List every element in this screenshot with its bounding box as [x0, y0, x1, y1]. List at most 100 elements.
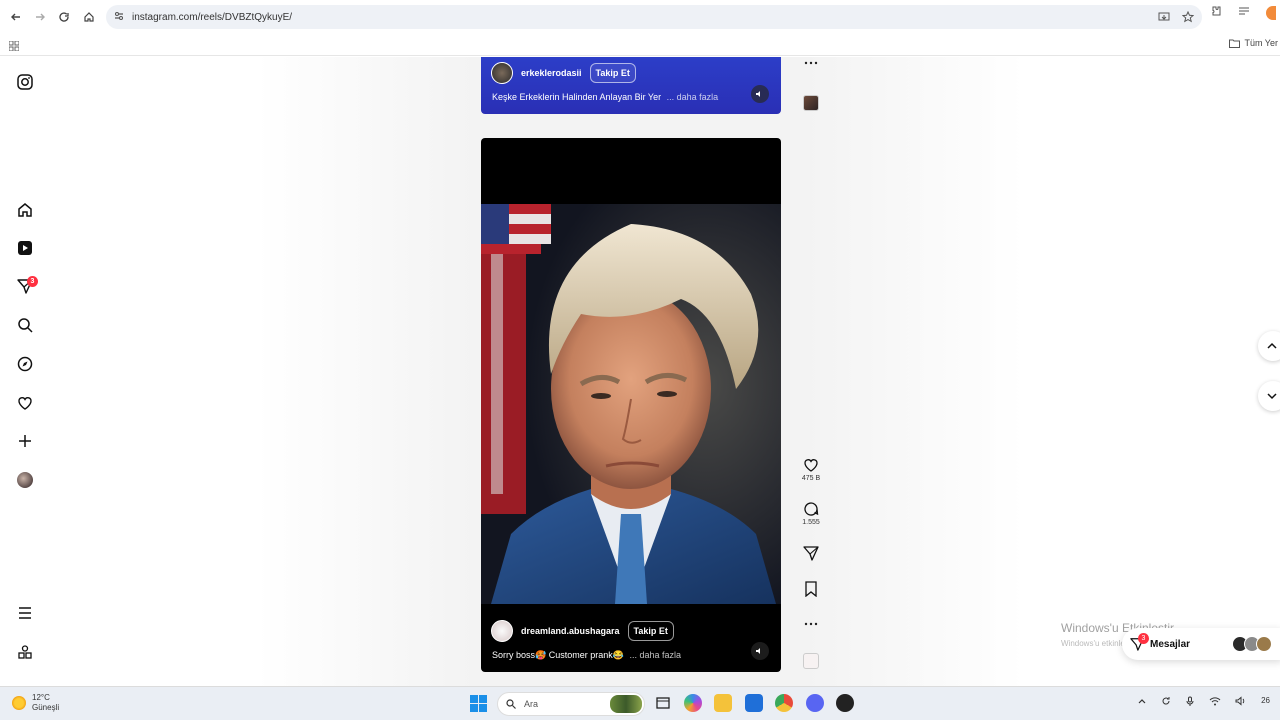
install-app-icon[interactable]	[1158, 11, 1170, 26]
browser-toolbar: instagram.com/reels/DVBZtQykuyE/	[0, 0, 1280, 34]
message-avatars	[1232, 636, 1273, 652]
home-icon[interactable]	[77, 5, 101, 29]
forward-icon[interactable]	[28, 5, 52, 29]
clock[interactable]: 26	[1261, 696, 1270, 709]
task-view-icon[interactable]	[654, 694, 672, 712]
taskbar-search[interactable]: Ara	[497, 692, 645, 716]
app-icon[interactable]	[836, 694, 854, 712]
copilot-icon[interactable]	[684, 694, 702, 712]
messages-pill[interactable]: 3 Mesajlar	[1122, 628, 1280, 660]
instagram-logo-icon[interactable]	[15, 72, 35, 92]
owner-username[interactable]: erkeklerodasii	[521, 68, 582, 78]
create-plus-icon[interactable]	[15, 431, 35, 451]
address-bar[interactable]: instagram.com/reels/DVBZtQykuyE/	[106, 5, 1202, 29]
chrome-icon[interactable]	[775, 694, 793, 712]
also-from-meta-icon[interactable]	[15, 642, 35, 662]
profile-avatar-nav[interactable]	[15, 470, 35, 490]
wifi-icon[interactable]	[1209, 696, 1221, 709]
menu-hamburger-icon[interactable]	[15, 603, 35, 623]
folder-icon	[1229, 39, 1241, 48]
more-options-icon[interactable]	[798, 60, 824, 66]
next-reel-button[interactable]	[1258, 381, 1280, 411]
bookmarks-folder-label: Tüm Yer	[1244, 38, 1278, 48]
video-frame-image	[481, 204, 781, 604]
system-tray: 26	[1137, 696, 1270, 709]
instagram-page: 3 erkeklerodasii Takip Et Keşke Erkekler…	[0, 57, 1280, 686]
microphone-icon[interactable]	[1185, 696, 1195, 709]
url-text[interactable]: instagram.com/reels/DVBZtQykuyE/	[132, 12, 292, 23]
audio-thumbnail[interactable]	[798, 653, 824, 669]
caption-more-link[interactable]: ... daha fazla	[629, 650, 681, 660]
messages-label: Mesajlar	[1150, 638, 1191, 650]
chevron-up-icon[interactable]	[1137, 696, 1147, 709]
weather-widget[interactable]: 12°C Güneşli	[12, 693, 59, 713]
chevron-up-icon	[1267, 342, 1277, 349]
instagram-sidebar: 3	[0, 57, 50, 686]
chevron-down-icon	[1267, 393, 1277, 400]
caption-more-link[interactable]: ... daha fazla	[667, 92, 719, 102]
discord-icon[interactable]	[806, 694, 824, 712]
reels-nav-icon[interactable]	[15, 238, 35, 258]
caption-text: Sorry boss🥵 Customer prank😂	[492, 650, 624, 660]
sync-icon[interactable]	[1161, 696, 1171, 709]
reel-caption: Keşke Erkeklerin Halinden Anlayan Bir Ye…	[492, 92, 718, 102]
mute-button[interactable]	[751, 642, 769, 660]
weather-condition: Güneşli	[32, 703, 60, 712]
comment-count: 1.555	[802, 519, 820, 526]
apps-grid-icon[interactable]	[8, 38, 20, 52]
microsoft-store-icon[interactable]	[745, 694, 763, 712]
file-explorer-icon[interactable]	[714, 694, 732, 712]
like-count: 475 B	[801, 475, 821, 482]
follow-button[interactable]: Takip Et	[627, 621, 674, 641]
messages-badge: 3	[1138, 633, 1149, 644]
owner-avatar[interactable]	[491, 62, 513, 84]
profile-avatar[interactable]	[1266, 5, 1276, 20]
bookmark-star-icon[interactable]	[1181, 10, 1195, 26]
reload-icon[interactable]	[52, 5, 76, 29]
speaker-icon	[756, 648, 760, 654]
back-icon[interactable]	[4, 5, 28, 29]
comment-icon	[804, 502, 819, 516]
reel-owner-row: erkeklerodasii Takip Et	[491, 62, 636, 84]
reading-list-icon[interactable]	[1238, 5, 1250, 20]
share-icon	[803, 546, 819, 561]
sun-icon	[12, 696, 26, 710]
comment-button[interactable]: 1.555	[798, 501, 824, 526]
reel-caption: Sorry boss🥵 Customer prank😂 ... daha faz…	[492, 650, 681, 661]
like-button[interactable]: 475 B	[798, 457, 824, 482]
share-button[interactable]	[798, 545, 824, 561]
reel-owner-row: dreamland.abushagara Takip Et	[491, 620, 674, 642]
search-icon[interactable]	[15, 315, 35, 335]
owner-avatar[interactable]	[491, 620, 513, 642]
volume-icon[interactable]	[1235, 696, 1247, 709]
previous-reel-button[interactable]	[1258, 331, 1280, 361]
temperature: 12°C	[32, 693, 50, 702]
home-nav-icon[interactable]	[15, 200, 35, 220]
reel-card-current[interactable]: dreamland.abushagara Takip Et Sorry boss…	[481, 138, 781, 672]
all-bookmarks-folder[interactable]: Tüm Yer	[1229, 38, 1278, 48]
bookmark-icon	[805, 581, 817, 597]
owner-username[interactable]: dreamland.abushagara	[521, 626, 620, 636]
search-highlight-image	[610, 695, 642, 713]
heart-notifications-icon[interactable]	[15, 393, 35, 413]
bookmarks-bar: Tüm Yer	[0, 34, 1280, 56]
windows-taskbar: 12°C Güneşli Ara 26	[0, 686, 1280, 720]
notification-badge: 3	[27, 276, 38, 287]
caption-text: Keşke Erkeklerin Halinden Anlayan Bir Ye…	[492, 92, 662, 102]
avatar	[1256, 636, 1273, 652]
speaker-icon	[756, 91, 760, 97]
heart-icon	[804, 459, 818, 472]
site-settings-icon[interactable]	[114, 8, 124, 26]
save-button[interactable]	[798, 581, 824, 597]
explore-compass-icon[interactable]	[15, 354, 35, 374]
follow-button[interactable]: Takip Et	[589, 63, 636, 83]
extensions-icon[interactable]	[1210, 5, 1222, 20]
audio-thumbnail[interactable]	[798, 95, 824, 111]
more-options-icon[interactable]	[798, 621, 824, 627]
reel-card-previous[interactable]: erkeklerodasii Takip Et Keşke Erkeklerin…	[481, 57, 781, 114]
search-icon	[506, 699, 516, 709]
mute-button[interactable]	[751, 85, 769, 103]
search-placeholder: Ara	[524, 699, 539, 709]
windows-start-icon[interactable]	[470, 695, 487, 712]
reel-video[interactable]	[481, 204, 781, 604]
